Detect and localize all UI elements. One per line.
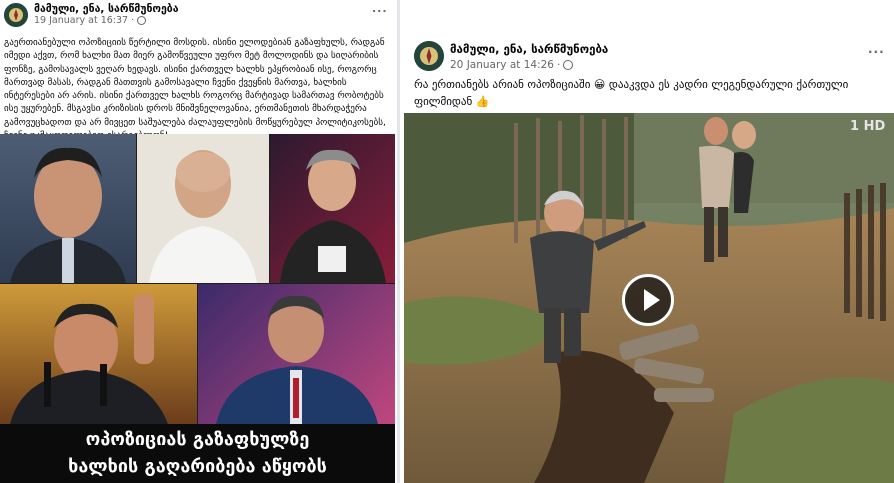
photo-politician-3 bbox=[270, 134, 395, 283]
post-header: მამული, ენა, სარწმუნოება 19 January at 1… bbox=[4, 3, 179, 27]
photo-politician-4 bbox=[0, 284, 197, 424]
play-icon[interactable] bbox=[622, 274, 674, 326]
photo-politician-1 bbox=[0, 134, 136, 283]
photo-politician-5 bbox=[198, 284, 395, 424]
post-text-line-1: რა ერთიანებს არიან ოპოზიციაში 😀 დააკვდა … bbox=[414, 78, 849, 91]
post-text: რა ერთიანებს არიან ოპოზიციაში 😀 დააკვდა … bbox=[414, 76, 884, 110]
globe-icon bbox=[137, 16, 147, 25]
post-date: 20 January at 14:26 · bbox=[450, 59, 608, 71]
post-text: გაერთიანებული ოპოზიციის წერტილი მოსდის. … bbox=[4, 38, 386, 141]
photo-politician-2 bbox=[137, 134, 269, 283]
caption-line-1: ოპოზიციას გაზაფხულზე bbox=[85, 429, 310, 450]
more-options-button[interactable]: ... bbox=[868, 42, 885, 56]
more-options-button[interactable]: ... bbox=[372, 2, 388, 15]
post-timestamp[interactable]: 20 January at 14:26 bbox=[450, 59, 554, 71]
channel-logo: 1 HD bbox=[850, 119, 886, 134]
post-right: მამული, ენა, სარწმუნოება 20 January at 1… bbox=[400, 30, 894, 483]
caption-line-2: ხალხის გაღარიბება აწყობს bbox=[68, 456, 327, 477]
video-player[interactable]: 1 HD bbox=[404, 113, 894, 483]
post-date: 19 January at 16:37 · bbox=[34, 15, 179, 26]
page-name-link[interactable]: მამული, ენა, სარწმუნოება bbox=[34, 3, 179, 15]
post-image[interactable]: ოპოზიციას გაზაფხულზე ხალხის გაღარიბება ა… bbox=[0, 134, 395, 483]
post-left: მამული, ენა, სარწმუნოება 19 January at 1… bbox=[0, 0, 396, 483]
page-name-link[interactable]: მამული, ენა, სარწმუნოება bbox=[450, 42, 608, 56]
page-avatar[interactable] bbox=[414, 41, 444, 71]
post-timestamp[interactable]: 19 January at 16:37 bbox=[34, 15, 128, 26]
globe-icon bbox=[563, 60, 574, 70]
post-text-line-2: ფილმიდან 👍 bbox=[414, 95, 490, 108]
post-header: მამული, ენა, სარწმუნოება 20 January at 1… bbox=[414, 41, 608, 71]
image-caption: ოპოზიციას გაზაფხულზე ხალხის გაღარიბება ა… bbox=[0, 424, 395, 483]
page-avatar[interactable] bbox=[4, 3, 28, 27]
